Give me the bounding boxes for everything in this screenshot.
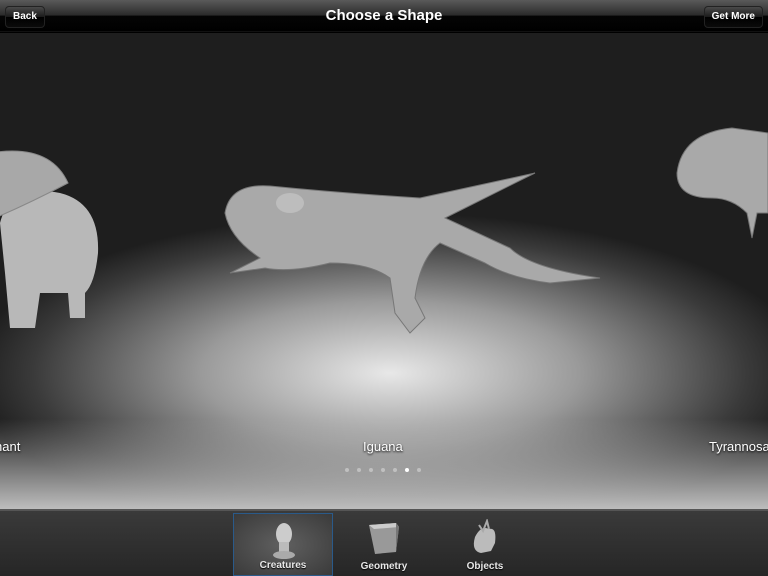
tab-label: Geometry: [360, 561, 408, 572]
shape-label-iguana: Iguana: [363, 439, 403, 454]
tyrannosaurus-model[interactable]: [672, 123, 768, 253]
shape-label-elephant: Elephant: [0, 439, 21, 454]
shape-label-tyrannosaurus: Tyrannosaurus: [709, 439, 768, 454]
cube-icon: [369, 523, 399, 554]
page-dot[interactable]: [369, 468, 373, 472]
tab-creatures[interactable]: Creatures: [233, 513, 333, 576]
shape-carousel[interactable]: Elephant Iguana Tyrannosaurus: [0, 33, 768, 509]
page-dot[interactable]: [345, 468, 349, 472]
category-tab-bar: Creatures Geometry Objects: [0, 509, 768, 576]
elephant-model[interactable]: [0, 143, 110, 333]
navigation-bar: Back Choose a Shape Get More: [0, 0, 768, 32]
page-dot[interactable]: [381, 468, 385, 472]
iguana-model[interactable]: [220, 168, 610, 353]
page-title: Choose a Shape: [325, 7, 443, 24]
tab-objects[interactable]: Objects: [435, 513, 535, 576]
get-more-button[interactable]: Get More: [703, 6, 763, 28]
page-indicator[interactable]: [345, 468, 421, 472]
page-dot[interactable]: [357, 468, 361, 472]
head-icon: [273, 523, 295, 559]
page-dot[interactable]: [405, 468, 409, 472]
tab-label: Creatures: [259, 560, 307, 571]
page-dot[interactable]: [417, 468, 421, 472]
page-dot[interactable]: [393, 468, 397, 472]
moose-head-icon: [473, 519, 496, 553]
tab-geometry[interactable]: Geometry: [334, 513, 434, 576]
tab-label: Objects: [466, 561, 504, 572]
